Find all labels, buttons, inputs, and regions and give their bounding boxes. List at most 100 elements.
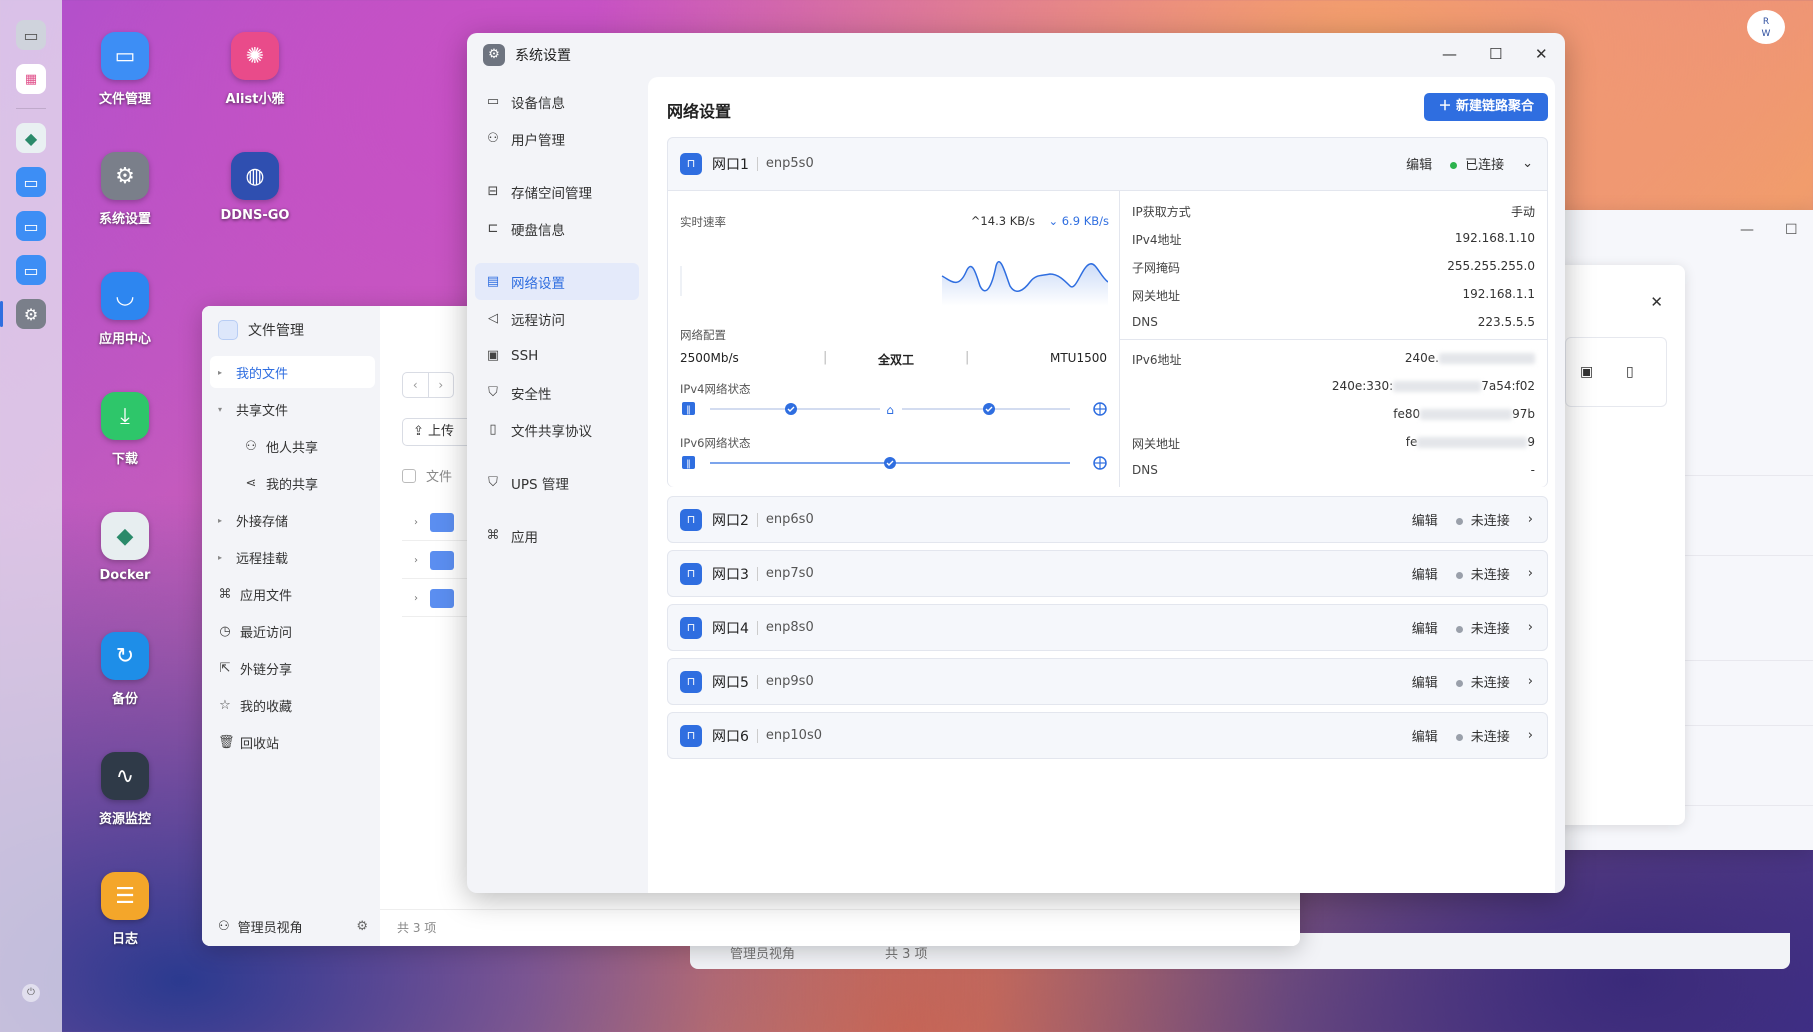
minimize-icon[interactable]: — (1442, 45, 1457, 63)
settings-nav-item[interactable]: ⊟ 存储空间管理 (475, 173, 639, 210)
expand-icon[interactable]: › (402, 555, 418, 566)
port-card-6[interactable]: ⊓ 网口6 enp10s0 编辑 未连接 › (667, 712, 1548, 759)
apps-grid-icon[interactable]: ▦ (16, 64, 46, 94)
sidebar-item[interactable]: ◷ 最近访问 (210, 615, 375, 647)
docker-icon[interactable]: ◆ (16, 123, 46, 153)
chevron-right-icon[interactable]: › (1528, 728, 1533, 743)
status-badge: 已连接 (1450, 154, 1504, 173)
terminal-icon[interactable]: ▣ (1580, 364, 1593, 380)
admin-view[interactable]: ⚇ 管理员视角 ⚙ (218, 917, 368, 936)
expand-icon[interactable]: › (402, 593, 418, 604)
edit-button[interactable]: 编辑 (1406, 154, 1432, 173)
desktop-icon[interactable]: ∿ 资源监控 (70, 752, 180, 827)
port-header[interactable]: ⊓ 网口6 enp10s0 编辑 未连接 › (668, 713, 1547, 758)
divider (380, 909, 1300, 910)
window-title: 文件管理 (218, 320, 304, 340)
desktop-icon[interactable]: ◡ 应用中心 (70, 272, 180, 347)
divider (1120, 339, 1547, 340)
settings-nav-item[interactable]: ⊏ 硬盘信息 (475, 210, 639, 247)
status-badge: 未连接 (1455, 618, 1510, 637)
edit-button[interactable]: 编辑 (1412, 618, 1438, 637)
svg-text:‖: ‖ (686, 460, 691, 470)
desktop-icon[interactable]: ⤓ 下载 (70, 392, 180, 467)
settings-nav-item[interactable]: ⛉ UPS 管理 (475, 464, 639, 501)
desktop-icon[interactable]: ⚙ 系统设置 (70, 152, 180, 227)
edit-button[interactable]: 编辑 (1412, 726, 1438, 745)
desktop-icon[interactable]: ▭ 文件管理 (70, 32, 180, 107)
sidebar-item[interactable]: ⌘ 应用文件 (210, 578, 375, 610)
port-card-3[interactable]: ⊓ 网口3 enp7s0 编辑 未连接 › (667, 550, 1548, 597)
port-card-5[interactable]: ⊓ 网口5 enp9s0 编辑 未连接 › (667, 658, 1548, 705)
back-icon[interactable]: ‹ (403, 373, 429, 397)
desktop-icon[interactable]: ✺ Alist小雅 (200, 32, 310, 107)
power-icon[interactable]: ⏻ (22, 984, 40, 1002)
maximize-icon[interactable]: ☐ (1489, 45, 1502, 63)
window-title: 系统设置 (515, 48, 571, 64)
chevron-right-icon[interactable]: › (1528, 674, 1533, 689)
chevron-down-icon[interactable]: ⌄ (1522, 156, 1533, 171)
close-icon[interactable]: ✕ (1650, 293, 1663, 311)
chevron-right-icon[interactable]: › (1528, 512, 1533, 527)
port-header[interactable]: ⊓ 网口5 enp9s0 编辑 未连接 › (668, 659, 1547, 704)
new-bond-button[interactable]: ＋ 新建链路聚合 (1424, 93, 1548, 121)
edit-button[interactable]: 编辑 (1412, 510, 1438, 529)
gateway-row: 网关地址 192.168.1.1 (1132, 287, 1535, 303)
chevron-right-icon[interactable]: › (1528, 620, 1533, 635)
port-actions: 编辑 未连接 › (1412, 659, 1533, 704)
desktop-icon[interactable]: ◆ Docker (70, 512, 180, 583)
window-titlebar: ⚙ 系统设置 (467, 33, 1565, 77)
app-icon: ✺ (231, 32, 279, 80)
sidebar-item[interactable]: 🗑 回收站 (210, 726, 375, 758)
edit-button[interactable]: 编辑 (1412, 672, 1438, 691)
folder-settings-icon[interactable]: ▭ (16, 211, 46, 241)
close-icon[interactable]: ✕ (1535, 45, 1548, 63)
document-icon[interactable]: ▯ (1626, 364, 1634, 380)
edit-button[interactable]: 编辑 (1412, 564, 1438, 583)
sidebar-item[interactable]: ⇱ 外链分享 (210, 652, 375, 684)
port-card-4[interactable]: ⊓ 网口4 enp8s0 编辑 未连接 › (667, 604, 1548, 651)
settings-nav-item[interactable]: ⚇ 用户管理 (475, 120, 639, 157)
sidebar-item[interactable]: ☆ 我的收藏 (210, 689, 375, 721)
maximize-icon[interactable]: ☐ (1785, 222, 1798, 238)
port-header[interactable]: ⊓ 网口1 enp5s0 编辑 已连接 ⌄ (668, 138, 1547, 189)
desktop-icon[interactable]: ◍ DDNS-GO (200, 152, 310, 223)
gear-icon[interactable]: ⚙ (356, 919, 368, 934)
caret-icon: ▸ (218, 515, 223, 525)
sidebar-item[interactable]: ▾ 共享文件 (210, 393, 375, 425)
ethernet-icon: ⊓ (680, 152, 702, 175)
status-dot (1455, 572, 1463, 579)
expand-icon[interactable]: › (402, 517, 418, 528)
settings-nav-item[interactable]: ▯ 文件共享协议 (475, 411, 639, 448)
settings-nav-item[interactable]: ◁ 远程访问 (475, 300, 639, 337)
port-card-2[interactable]: ⊓ 网口2 enp6s0 编辑 未连接 › (667, 496, 1548, 543)
minimize-icon[interactable]: — (1740, 222, 1754, 238)
port-header[interactable]: ⊓ 网口2 enp6s0 编辑 未连接 › (668, 497, 1547, 542)
port-header[interactable]: ⊓ 网口3 enp7s0 编辑 未连接 › (668, 551, 1547, 596)
folder-icon-2[interactable]: ▭ (16, 255, 46, 285)
chevron-right-icon[interactable]: › (1528, 566, 1533, 581)
sidebar-item[interactable]: ⋖ 我的共享 (210, 467, 375, 499)
select-all-checkbox[interactable] (402, 468, 416, 483)
folder-icon[interactable]: ▭ (16, 167, 46, 197)
settings-nav-item[interactable]: ▣ SSH (475, 337, 639, 374)
monitor-icon[interactable]: ▭ (16, 20, 46, 50)
sidebar-item[interactable]: ▸ 外接存储 (210, 504, 375, 536)
app-icon: ↻ (101, 632, 149, 680)
settings-nav-item[interactable]: ▤ 网络设置 (475, 263, 639, 300)
upload-rate: ^14.3 KB/s (970, 214, 1035, 228)
port-header[interactable]: ⊓ 网口4 enp8s0 编辑 未连接 › (668, 605, 1547, 650)
sidebar-item[interactable]: ▸ 我的文件 (210, 356, 375, 388)
settings-nav-item[interactable]: ▭ 设备信息 (475, 83, 639, 120)
system-settings-window: ⚙ 系统设置 — ☐ ✕ ▭ 设备信息 ⚇ 用户管理 ⊟ 存储空间管理 ⊏ 硬盘信息 ▤ 网络设置… (467, 33, 1565, 893)
desktop-icon[interactable]: ☰ 日志 (70, 872, 180, 947)
settings-icon[interactable]: ⚙ (0, 299, 46, 329)
avatar[interactable]: R W (1747, 10, 1785, 44)
desktop-icon[interactable]: ↻ 备份 (70, 632, 180, 707)
sidebar-item[interactable]: ⚇ 他人共享 (210, 430, 375, 462)
settings-nav-item[interactable]: ⛉ 安全性 (475, 374, 639, 411)
sidebar-item[interactable]: ▸ 远程挂载 (210, 541, 375, 573)
status-badge: 未连接 (1455, 564, 1510, 583)
ipv6-gateway-row: 网关地址 fe 9 (1132, 435, 1535, 451)
settings-nav-item[interactable]: ⌘ 应用 (475, 517, 639, 554)
forward-icon[interactable]: › (429, 373, 454, 397)
